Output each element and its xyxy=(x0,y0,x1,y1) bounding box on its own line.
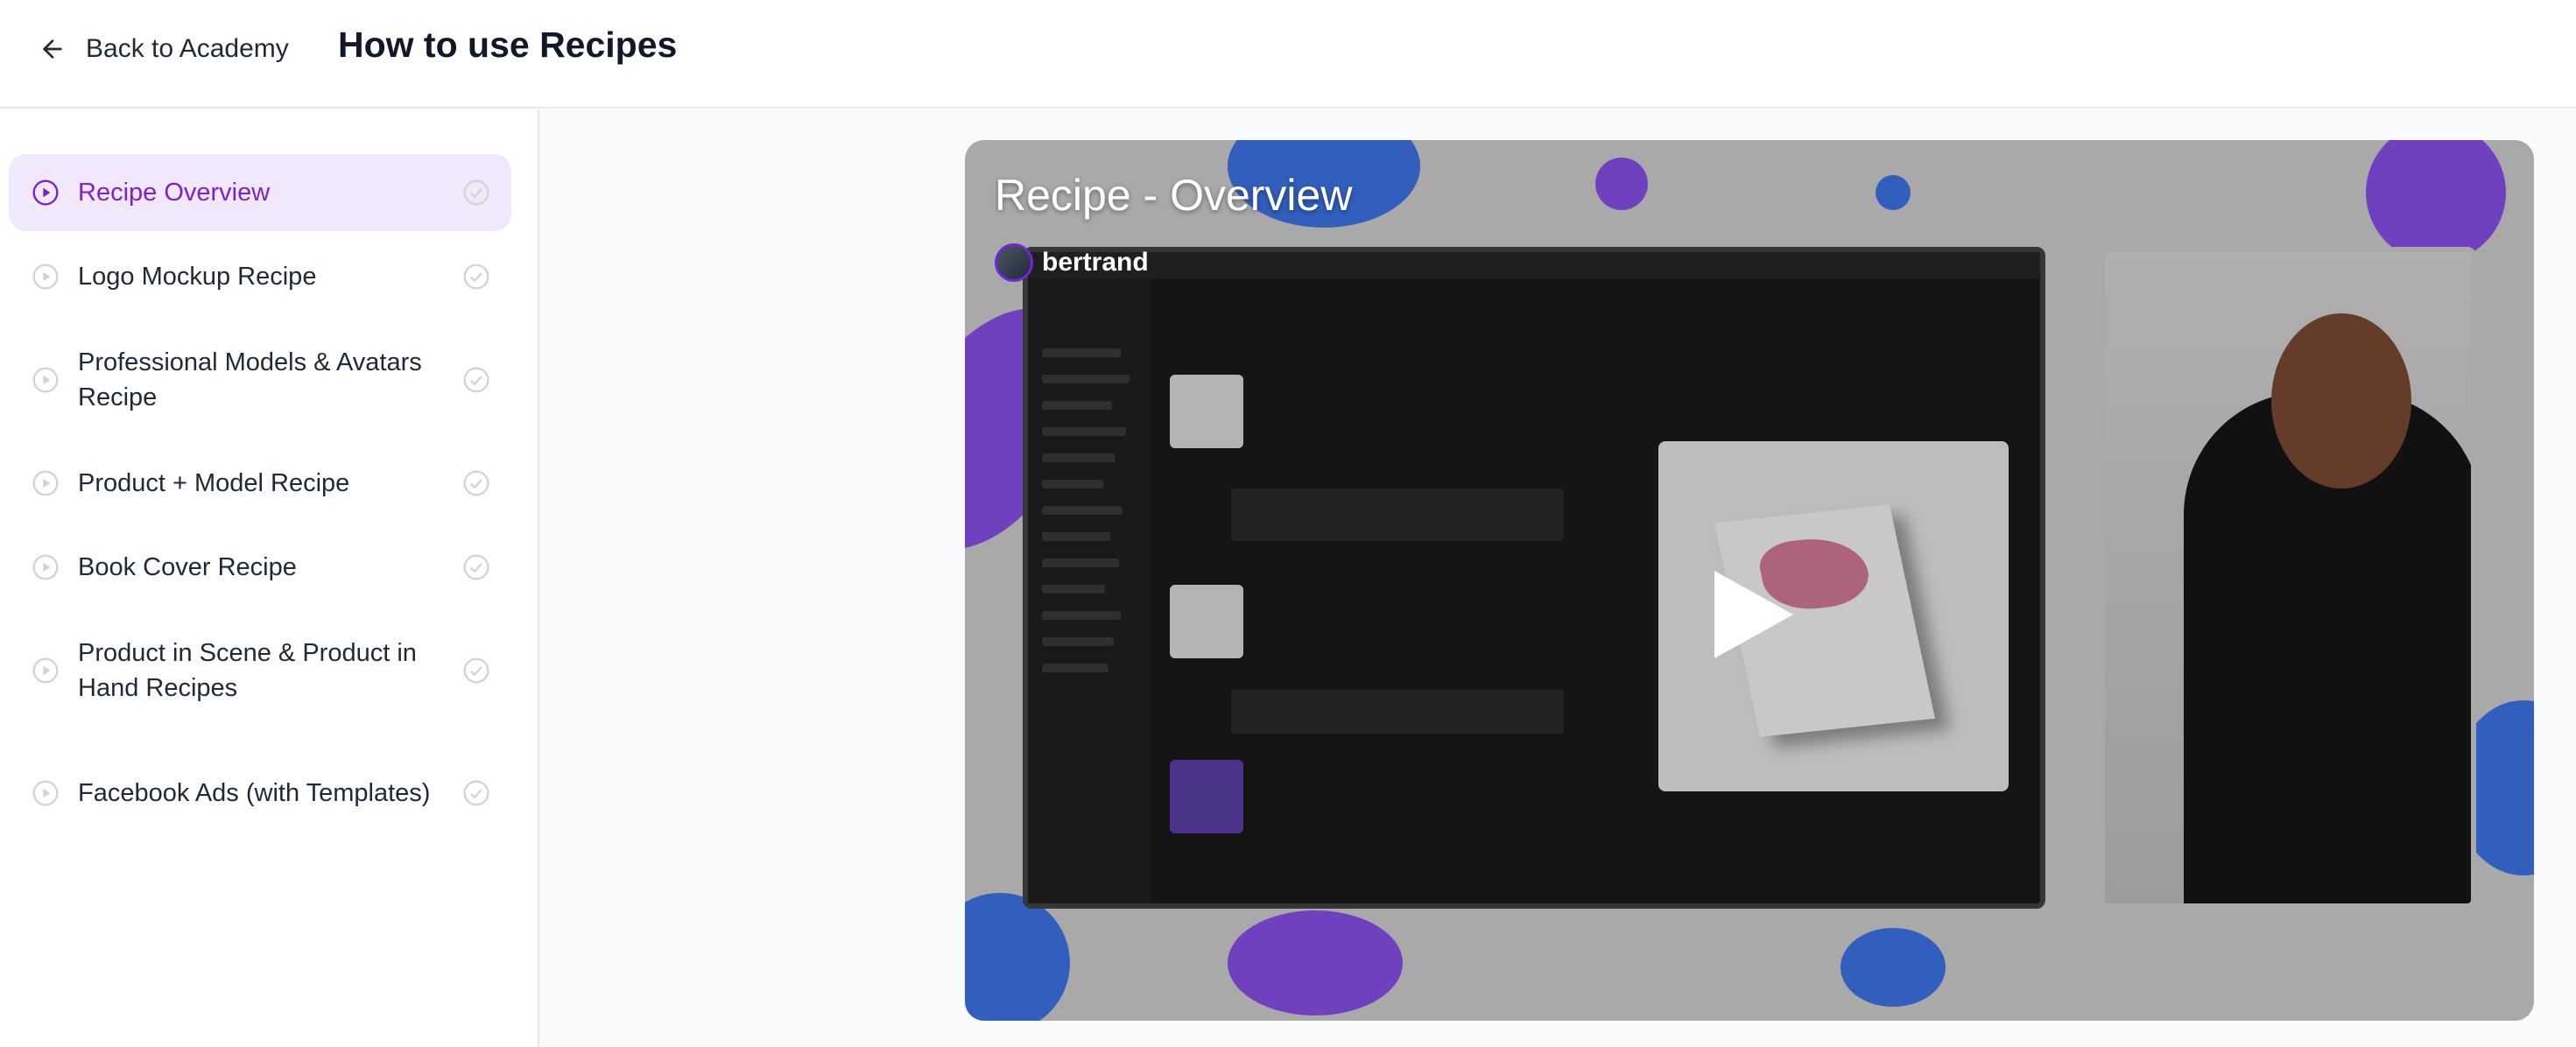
video-title: Recipe - Overview xyxy=(995,171,1353,220)
play-circle-icon xyxy=(32,179,59,206)
check-circle-icon xyxy=(463,657,489,684)
video-channel: bertrand xyxy=(995,243,1149,282)
top-header: Back to Academy How to use Recipes xyxy=(0,0,2576,109)
arrow-left-icon xyxy=(43,39,62,59)
back-to-academy-button[interactable]: Back to Academy xyxy=(39,26,289,72)
lesson-item-product-model[interactable]: Product + Model Recipe xyxy=(9,445,511,522)
lesson-label: Professional Models & Avatars Recipe xyxy=(78,348,422,411)
avatar xyxy=(995,243,1033,282)
play-icon[interactable] xyxy=(1714,571,1793,658)
lesson-label: Product in Scene & Product in Hand Recip… xyxy=(78,639,417,702)
check-circle-icon xyxy=(463,470,489,496)
channel-name: bertrand xyxy=(1042,248,1149,277)
play-circle-icon xyxy=(32,264,59,290)
lesson-item-logo-mockup[interactable]: Logo Mockup Recipe xyxy=(9,238,511,315)
video-player[interactable]: Recipe - Overview bertrand xyxy=(965,140,2534,1021)
lesson-item-recipe-overview[interactable]: Recipe Overview xyxy=(9,154,511,231)
play-circle-icon xyxy=(32,367,59,393)
play-circle-icon xyxy=(32,780,59,806)
lesson-label: Product + Model Recipe xyxy=(78,469,350,497)
lesson-item-professional-models[interactable]: Professional Models & Avatars Recipe xyxy=(9,322,511,438)
lesson-sidebar: Recipe Overview Logo Mockup Recipe Profe… xyxy=(0,109,539,1047)
check-circle-icon xyxy=(463,780,489,806)
lesson-label: Facebook Ads (with Templates) xyxy=(78,779,431,807)
page-title: How to use Recipes xyxy=(338,25,678,65)
check-circle-icon xyxy=(463,179,489,206)
play-circle-icon xyxy=(32,470,59,496)
check-circle-icon xyxy=(463,367,489,393)
back-label: Back to Academy xyxy=(86,34,289,63)
lesson-label: Logo Mockup Recipe xyxy=(78,263,317,291)
check-circle-icon xyxy=(463,554,489,580)
check-circle-icon xyxy=(463,264,489,290)
lesson-item-facebook-ads[interactable]: Facebook Ads (with Templates) xyxy=(9,735,511,851)
play-circle-icon xyxy=(32,554,59,580)
lesson-item-product-in-scene[interactable]: Product in Scene & Product in Hand Recip… xyxy=(9,613,511,728)
lesson-label: Book Cover Recipe xyxy=(78,553,297,581)
play-circle-icon xyxy=(32,657,59,684)
lesson-item-book-cover[interactable]: Book Cover Recipe xyxy=(9,529,511,606)
lesson-label: Recipe Overview xyxy=(78,179,271,207)
